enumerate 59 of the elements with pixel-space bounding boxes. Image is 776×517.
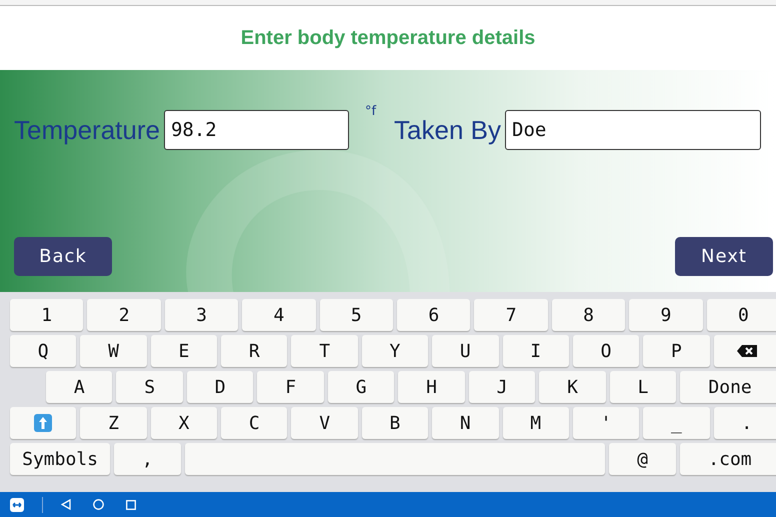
back-icon[interactable] [61,499,71,510]
keyboard-key[interactable]: Z [80,407,147,439]
keyboard-key[interactable]: 5 [320,299,394,331]
keyboard-key[interactable]: . [714,407,776,439]
recents-icon[interactable] [126,500,136,510]
keyboard-key[interactable]: 2 [87,299,161,331]
keyboard-key[interactable]: @ [609,443,676,475]
keyboard-key[interactable]: 8 [552,299,626,331]
next-button[interactable]: Next [675,237,773,276]
keyboard-key[interactable]: 4 [242,299,316,331]
keyboard-key[interactable]: Symbols [10,443,110,475]
input-field[interactable]: 98.2 [164,110,349,150]
keyboard-key[interactable]: Done [680,371,776,403]
keyboard-key[interactable]: N [432,407,499,439]
keyboard-key[interactable]: , [114,443,181,475]
page-title: Enter body temperature details [240,26,536,50]
remote-app-icon[interactable] [10,498,24,512]
backspace-icon [736,344,758,358]
field-label: Temperature [14,114,160,146]
keyboard-key[interactable]: 9 [629,299,703,331]
keyboard-key[interactable]: H [398,371,465,403]
keyboard-key[interactable]: _ [643,407,710,439]
back-button[interactable]: Back [14,237,112,276]
home-icon[interactable] [93,499,104,510]
keyboard-key[interactable]: J [468,371,536,403]
unit-label: °f [364,104,376,119]
keyboard-key[interactable]: S [116,371,183,403]
field-label: Taken By [394,114,501,146]
keyboard-key[interactable]: F [257,371,324,403]
keyboard-key[interactable]: P [643,335,710,367]
keyboard-key[interactable]: C [221,407,288,439]
keyboard-key[interactable]: E [150,335,218,367]
keyboard-key[interactable]: Q [10,335,76,367]
keyboard-key[interactable]: M [502,407,569,439]
keyboard-key[interactable]: .com [680,443,776,475]
keyboard-key[interactable]: D [186,371,254,403]
keyboard-key[interactable]: 0 [706,299,776,331]
keyboard-key[interactable]: X [150,407,218,439]
keyboard-key[interactable]: 6 [397,299,470,331]
keyboard-key[interactable]: A [46,371,112,403]
keyboard-key[interactable]: O [572,335,640,367]
keyboard-key[interactable]: T [291,335,358,367]
keyboard-key[interactable]: ' [572,407,640,439]
keyboard-key[interactable]: R [221,335,288,367]
keyboard-key[interactable]: B [362,407,428,439]
keyboard-key[interactable] [714,335,776,367]
shift-icon [34,414,52,432]
keyboard-key[interactable]: W [80,335,147,367]
keyboard-key[interactable]: 1 [10,299,84,331]
keyboard-key[interactable]: G [328,371,394,403]
keyboard-key[interactable]: L [610,371,676,403]
keyboard-key[interactable]: V [291,407,358,439]
keyboard-key[interactable]: Y [362,335,428,367]
keyboard-key[interactable]: I [502,335,569,367]
keyboard-key[interactable]: U [432,335,499,367]
keyboard-key[interactable]: K [539,371,606,403]
keyboard-key[interactable]: 7 [474,299,548,331]
keyboard-key[interactable]: 3 [164,299,238,331]
input-field[interactable]: Doe [505,110,761,150]
